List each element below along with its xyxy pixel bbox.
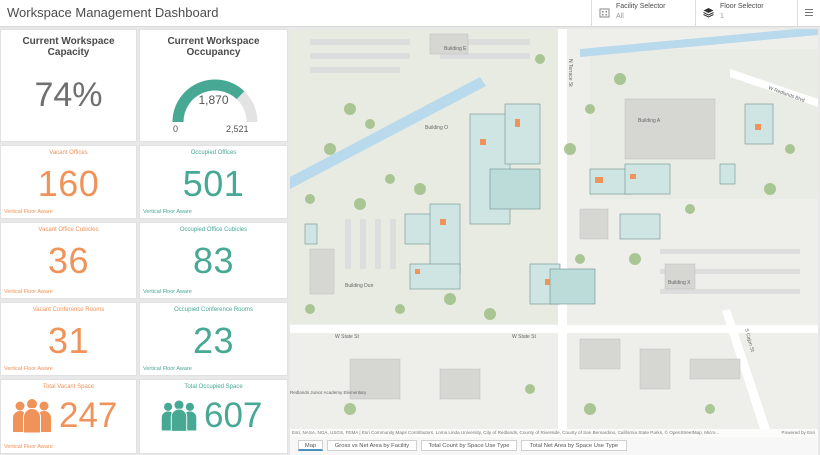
facility-selector[interactable]: Facility Selector All (591, 0, 695, 26)
map-label-n-terrace-st: N Terrace St (567, 59, 573, 87)
map-attribution: Esri, NASA, NGA, USGS, FEMA | Esri Commu… (290, 429, 818, 437)
occupancy-card: Current Workspace Occupancy 1,870 0 2,52… (139, 29, 288, 142)
card-title: Total Vacant Space (42, 384, 95, 390)
facility-selector-label: Facility Selector (616, 3, 666, 10)
card-title: Occupied Conference Rooms (174, 307, 253, 313)
map-label-building-e: Building E (444, 46, 467, 52)
total-vacant-card: Total Vacant Space 247 Vertical Floor Aw… (0, 379, 137, 454)
card-title: Occupied Offices (190, 150, 237, 156)
people-icon (13, 398, 51, 434)
card-value: 247 (59, 396, 118, 435)
vacant-offices-card: Vacant Offices 160 Vertical Floor Aware (0, 145, 137, 219)
floor-selector[interactable]: Floor Selector 1 (695, 0, 797, 26)
card-title: Occupied Office Cubicles (179, 227, 248, 233)
tab-bar: Map Gross vs Net Area by Facility Total … (290, 437, 818, 455)
floor-selector-value: 1 (720, 13, 724, 20)
capacity-title: Current Workspace Capacity (22, 36, 115, 58)
map-label-school: Redlands Junior Academy Elementary (290, 390, 367, 395)
total-occupied-card: Total Occupied Space 607 (139, 379, 288, 454)
map-label-building-x: Building X (668, 280, 691, 286)
occupancy-value: 1,870 (198, 93, 229, 107)
card-value: 83 (192, 240, 235, 281)
occupancy-gauge (172, 79, 258, 123)
card-footer: Vertical Floor Aware (4, 366, 53, 372)
powered-by-esri[interactable]: Powered by Esri (782, 430, 815, 435)
card-footer: Vertical Floor Aware (143, 289, 192, 295)
tab-gross-vs-net-area[interactable]: Gross vs Net Area by Facility (327, 440, 417, 451)
attribution-text: Esri, NASA, NGA, USGS, FEMA | Esri Commu… (292, 430, 720, 435)
campus-map[interactable]: Building E Building A Building O Buildin… (290, 29, 818, 429)
card-value: 23 (192, 320, 235, 361)
gauge-max: 2,521 (226, 124, 249, 134)
occupied-conference-card: Occupied Conference Rooms 23 Vertical Fl… (139, 302, 288, 376)
card-footer: Vertical Floor Aware (143, 366, 192, 372)
card-title: Vacant Offices (49, 150, 88, 156)
facility-selector-value: All (616, 13, 624, 20)
gauge-min: 0 (173, 124, 179, 134)
map-panel[interactable]: Building E Building A Building O Buildin… (290, 29, 818, 455)
app-title: Workspace Management Dashboard (7, 5, 219, 20)
card-footer: Vertical Floor Aware (4, 289, 53, 295)
app-header: Workspace Management Dashboard Facility … (0, 0, 820, 27)
card-value: 31 (47, 320, 90, 361)
vacant-cubicles-card: Vacant Office Cubicles 36 Vertical Floor… (0, 222, 137, 299)
people-icon (161, 399, 197, 432)
card-title: Total Occupied Space (184, 384, 243, 390)
map-label-w-state-street: W State St (335, 334, 360, 340)
map-label-building-o: Building O (425, 125, 448, 131)
floor-selector-label: Floor Selector (720, 3, 764, 10)
card-footer: Vertical Floor Aware (4, 209, 53, 215)
card-footer: Vertical Floor Aware (143, 209, 192, 215)
card-footer: Vertical Floor Aware (4, 444, 53, 450)
card-title: Vacant Conference Rooms (32, 307, 105, 313)
card-title: Vacant Office Cubicles (38, 227, 99, 233)
building-icon (599, 8, 610, 18)
menu-button[interactable] (797, 0, 820, 26)
map-label-building-dun: Building Dun (345, 283, 374, 289)
layers-icon (703, 8, 714, 18)
map-label-w-state-street-2: W State St (512, 334, 537, 340)
map-label-building-a: Building A (638, 118, 661, 124)
occupied-offices-card: Occupied Offices 501 Vertical Floor Awar… (139, 145, 288, 219)
card-value: 160 (37, 163, 100, 204)
card-value: 36 (47, 240, 90, 281)
vacant-conference-card: Vacant Conference Rooms 31 Vertical Floo… (0, 302, 137, 376)
tab-total-net-area-space-use[interactable]: Total Net Area by Space Use Type (521, 440, 627, 451)
capacity-value: 74% (34, 76, 103, 114)
card-value: 607 (204, 396, 263, 435)
card-value: 501 (182, 163, 245, 204)
tab-map[interactable]: Map (298, 440, 323, 451)
hamburger-icon (805, 9, 813, 10)
occupied-cubicles-card: Occupied Office Cubicles 83 Vertical Flo… (139, 222, 288, 299)
tab-total-count-space-use[interactable]: Total Count by Space Use Type (421, 440, 517, 451)
capacity-card: Current Workspace Capacity 74% (0, 29, 137, 142)
